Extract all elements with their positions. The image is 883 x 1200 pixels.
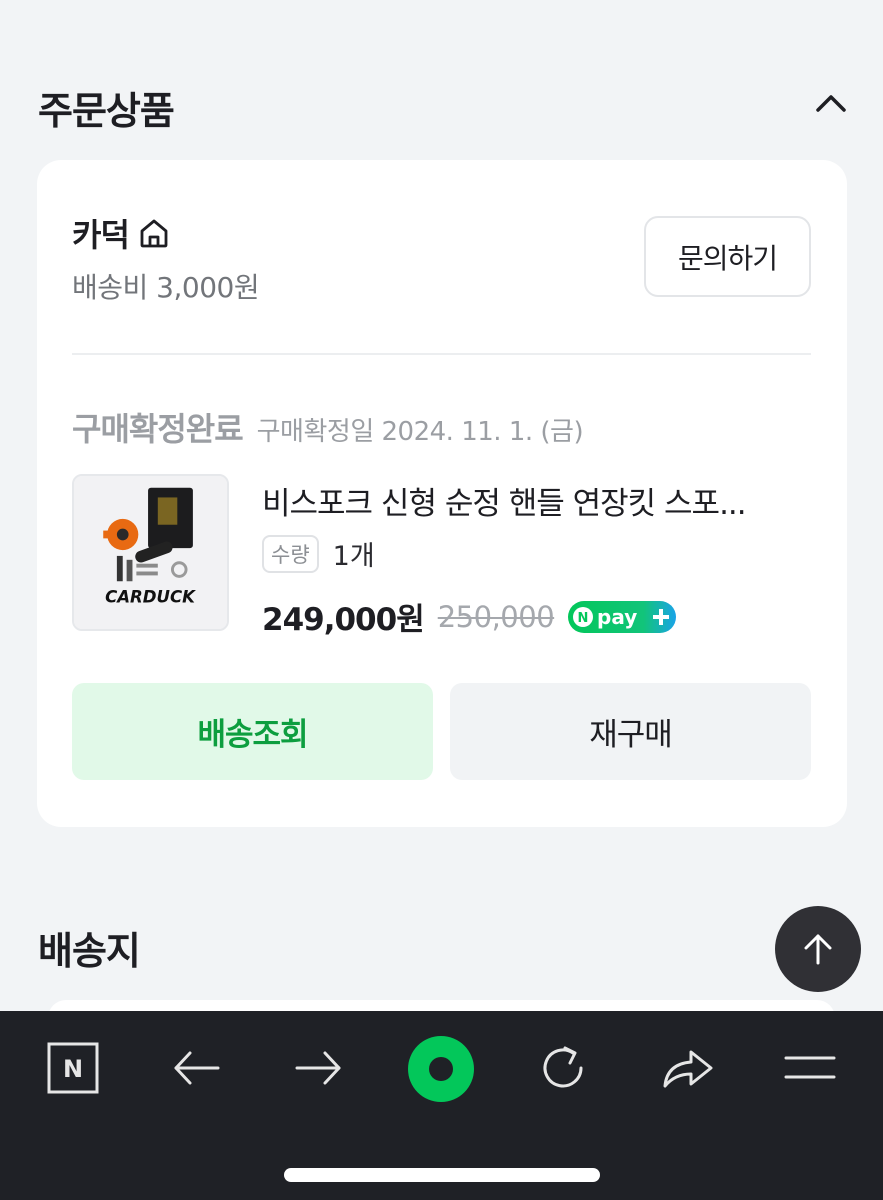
rebuy-button[interactable]: 재구매 bbox=[450, 683, 811, 780]
original-price: 250,000 bbox=[437, 599, 555, 634]
naver-n-icon[interactable]: N bbox=[45, 1040, 101, 1096]
price-row: 249,000원 250,000 N pay bbox=[262, 594, 677, 639]
scroll-to-top-button[interactable] bbox=[775, 906, 861, 992]
track-delivery-button[interactable]: 배송조회 bbox=[72, 683, 433, 780]
arrow-up-icon bbox=[804, 934, 832, 965]
divider bbox=[72, 353, 811, 355]
quantity-value: 1개 bbox=[332, 541, 375, 572]
refresh-icon[interactable] bbox=[535, 1040, 591, 1096]
order-status-row: 구매확정완료 구매확정일 2024. 11. 1. (금) bbox=[72, 404, 584, 450]
seller-header[interactable]: 카덕 bbox=[72, 210, 171, 256]
sale-price: 249,000원 bbox=[262, 602, 425, 638]
chevron-up-icon[interactable] bbox=[814, 88, 848, 118]
delivery-section-title: 배송지 bbox=[38, 929, 141, 973]
home-icon bbox=[140, 219, 168, 248]
thumbnail-brand: CARDUCK bbox=[105, 588, 196, 607]
green-dot-icon[interactable] bbox=[405, 1033, 477, 1105]
menu-icon[interactable] bbox=[782, 1040, 838, 1096]
npay-icon: N pay bbox=[568, 600, 677, 633]
forward-arrow-icon[interactable] bbox=[291, 1040, 347, 1096]
quantity-label: 수량 bbox=[262, 534, 319, 573]
home-indicator bbox=[284, 1168, 600, 1182]
product-image: CARDUCK bbox=[74, 476, 227, 629]
share-icon[interactable] bbox=[659, 1040, 715, 1096]
back-arrow-icon[interactable] bbox=[168, 1040, 224, 1096]
npay-label: pay bbox=[597, 605, 637, 629]
svg-text:N: N bbox=[63, 1055, 83, 1083]
product-thumbnail[interactable]: CARDUCK bbox=[72, 474, 229, 631]
svg-text:N: N bbox=[578, 611, 589, 626]
product-name[interactable]: 비스포크 신형 순정 핸들 연장킷 스포... bbox=[262, 478, 802, 523]
order-status: 구매확정완료 bbox=[72, 410, 244, 448]
confirm-date: 구매확정일 2024. 11. 1. (금) bbox=[256, 417, 584, 447]
shipping-fee: 배송비 3,000원 bbox=[72, 271, 260, 304]
inquiry-button[interactable]: 문의하기 bbox=[644, 216, 811, 297]
order-card: 카덕 배송비 3,000원 문의하기 구매확정완료 구매확정일 2024. 11… bbox=[37, 160, 847, 827]
quantity-row: 수량 1개 bbox=[262, 534, 375, 573]
seller-name: 카덕 bbox=[72, 216, 130, 254]
order-section-title: 주문상품 bbox=[38, 89, 175, 133]
